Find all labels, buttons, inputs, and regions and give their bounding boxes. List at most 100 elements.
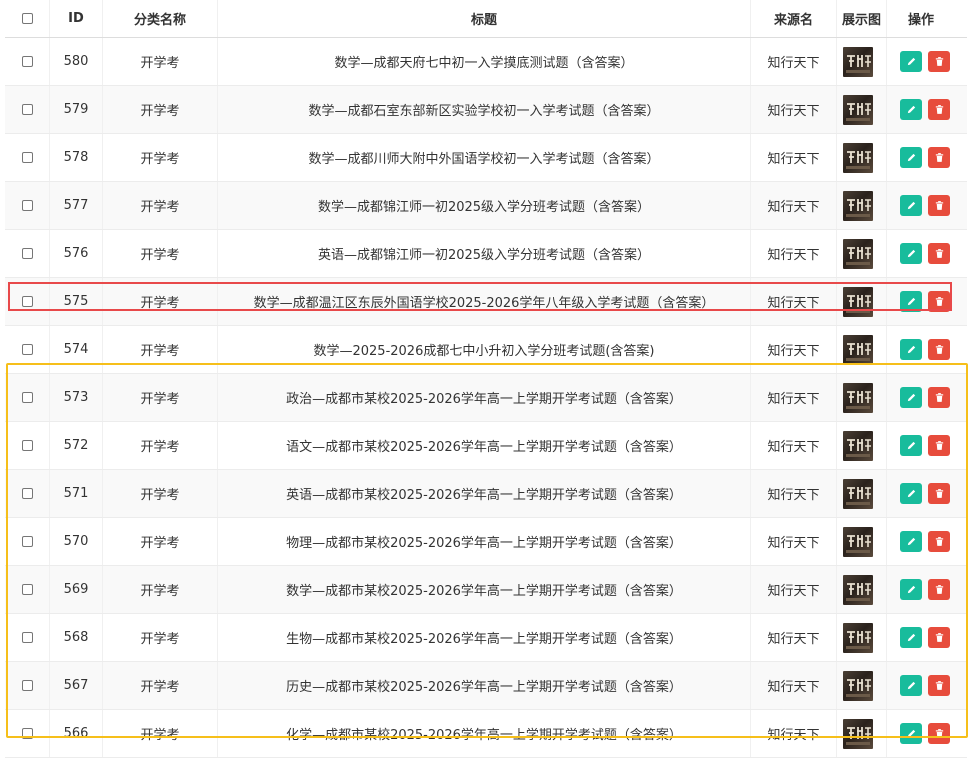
pencil-icon <box>907 681 915 690</box>
thumbnail-image[interactable] <box>843 526 873 557</box>
thumbnail-image[interactable] <box>843 286 873 317</box>
table-row[interactable]: 574 开学考 数学—2025-2026成都七中小升初入学分班考试题(含答案) … <box>5 326 967 374</box>
row-checkbox[interactable] <box>21 392 33 403</box>
edit-button[interactable] <box>900 435 922 456</box>
thumbnail-image[interactable] <box>843 430 873 461</box>
row-title: 历史—成都市某校2025-2026学年高一上学期开学考试题（含答案） <box>218 662 751 709</box>
thumbnail-image[interactable] <box>843 622 873 653</box>
header-category[interactable]: 分类名称 <box>103 0 218 37</box>
table-row[interactable]: 578 开学考 数学—成都川师大附中外国语学校初一入学考试题（含答案） 知行天下 <box>5 134 967 182</box>
header-source[interactable]: 来源名 <box>751 0 837 37</box>
delete-button[interactable] <box>928 387 950 408</box>
thumbnail-image[interactable] <box>843 382 873 413</box>
row-checkbox[interactable] <box>21 584 33 595</box>
row-image-cell <box>837 278 887 325</box>
edit-button[interactable] <box>900 387 922 408</box>
edit-button[interactable] <box>900 579 922 600</box>
thumbnail-image[interactable] <box>843 670 873 701</box>
header-id[interactable]: ID <box>50 0 103 37</box>
table-row[interactable]: 571 开学考 英语—成都市某校2025-2026学年高一上学期开学考试题（含答… <box>5 470 967 518</box>
edit-button[interactable] <box>900 51 922 72</box>
delete-button[interactable] <box>928 435 950 456</box>
row-category: 开学考 <box>103 566 218 613</box>
table-row[interactable]: 569 开学考 数学—成都市某校2025-2026学年高一上学期开学考试题（含答… <box>5 566 967 614</box>
table-row[interactable]: 567 开学考 历史—成都市某校2025-2026学年高一上学期开学考试题（含答… <box>5 662 967 710</box>
thumbnail-image[interactable] <box>843 574 873 605</box>
edit-button[interactable] <box>900 723 922 744</box>
delete-button[interactable] <box>928 147 950 168</box>
table-row[interactable]: 580 开学考 数学—成都天府七中初一入学摸底测试题（含答案） 知行天下 <box>5 38 967 86</box>
table-row[interactable]: 573 开学考 政治—成都市某校2025-2026学年高一上学期开学考试题（含答… <box>5 374 967 422</box>
row-checkbox[interactable] <box>21 152 33 163</box>
row-select-cell <box>5 470 50 517</box>
row-checkbox[interactable] <box>21 248 33 259</box>
row-actions <box>887 710 967 757</box>
row-checkbox[interactable] <box>21 200 33 211</box>
row-checkbox[interactable] <box>21 56 33 67</box>
thumbnail-image[interactable] <box>843 238 873 269</box>
delete-button[interactable] <box>928 99 950 120</box>
row-select-cell <box>5 566 50 613</box>
row-title: 语文—成都市某校2025-2026学年高一上学期开学考试题（含答案） <box>218 422 751 469</box>
edit-button[interactable] <box>900 147 922 168</box>
thumbnail-image[interactable] <box>843 94 873 125</box>
table-row[interactable]: 568 开学考 生物—成都市某校2025-2026学年高一上学期开学考试题（含答… <box>5 614 967 662</box>
delete-button[interactable] <box>928 291 950 312</box>
table-row[interactable]: 576 开学考 英语—成都锦江师一初2025级入学分班考试题（含答案） 知行天下 <box>5 230 967 278</box>
row-select-cell <box>5 518 50 565</box>
table-row[interactable]: 579 开学考 数学—成都石室东部新区实验学校初一入学考试题（含答案） 知行天下 <box>5 86 967 134</box>
row-checkbox[interactable] <box>21 728 33 739</box>
row-actions <box>887 326 967 373</box>
row-image-cell <box>837 470 887 517</box>
row-category: 开学考 <box>103 86 218 133</box>
row-actions <box>887 278 967 325</box>
delete-button[interactable] <box>928 579 950 600</box>
table-row[interactable]: 577 开学考 数学—成都锦江师一初2025级入学分班考试题（含答案） 知行天下 <box>5 182 967 230</box>
delete-button[interactable] <box>928 723 950 744</box>
delete-button[interactable] <box>928 195 950 216</box>
row-checkbox[interactable] <box>21 488 33 499</box>
row-actions <box>887 230 967 277</box>
delete-button[interactable] <box>928 675 950 696</box>
row-checkbox[interactable] <box>21 296 33 307</box>
edit-button[interactable] <box>900 243 922 264</box>
thumbnail-image[interactable] <box>843 142 873 173</box>
edit-button[interactable] <box>900 291 922 312</box>
row-checkbox[interactable] <box>21 440 33 451</box>
row-select-cell <box>5 614 50 661</box>
table-row[interactable]: 570 开学考 物理—成都市某校2025-2026学年高一上学期开学考试题（含答… <box>5 518 967 566</box>
table-row[interactable]: 575 开学考 数学—成都温江区东辰外国语学校2025-2026学年八年级入学考… <box>5 278 967 326</box>
row-checkbox[interactable] <box>21 632 33 643</box>
table-row[interactable]: 566 开学考 化学—成都市某校2025-2026学年高一上学期开学考试题（含答… <box>5 710 967 758</box>
delete-button[interactable] <box>928 627 950 648</box>
edit-button[interactable] <box>900 99 922 120</box>
delete-button[interactable] <box>928 483 950 504</box>
row-checkbox[interactable] <box>21 104 33 115</box>
edit-button[interactable] <box>900 195 922 216</box>
thumbnail-image[interactable] <box>843 334 873 365</box>
row-checkbox[interactable] <box>21 536 33 547</box>
thumbnail-image[interactable] <box>843 478 873 509</box>
edit-button[interactable] <box>900 339 922 360</box>
row-category: 开学考 <box>103 422 218 469</box>
row-checkbox[interactable] <box>21 344 33 355</box>
delete-button[interactable] <box>928 51 950 72</box>
edit-button[interactable] <box>900 627 922 648</box>
delete-button[interactable] <box>928 339 950 360</box>
thumbnail-image[interactable] <box>843 46 873 77</box>
delete-button[interactable] <box>928 531 950 552</box>
thumbnail-image[interactable] <box>843 718 873 749</box>
thumbnail-image[interactable] <box>843 190 873 221</box>
delete-button[interactable] <box>928 243 950 264</box>
row-actions <box>887 182 967 229</box>
row-category: 开学考 <box>103 518 218 565</box>
edit-button[interactable] <box>900 675 922 696</box>
table-row[interactable]: 572 开学考 语文—成都市某校2025-2026学年高一上学期开学考试题（含答… <box>5 422 967 470</box>
edit-button[interactable] <box>900 483 922 504</box>
select-all-checkbox[interactable] <box>21 13 33 24</box>
header-title[interactable]: 标题 <box>218 0 751 37</box>
row-title: 数学—成都川师大附中外国语学校初一入学考试题（含答案） <box>218 134 751 181</box>
row-checkbox[interactable] <box>21 680 33 691</box>
row-select-cell <box>5 326 50 373</box>
edit-button[interactable] <box>900 531 922 552</box>
